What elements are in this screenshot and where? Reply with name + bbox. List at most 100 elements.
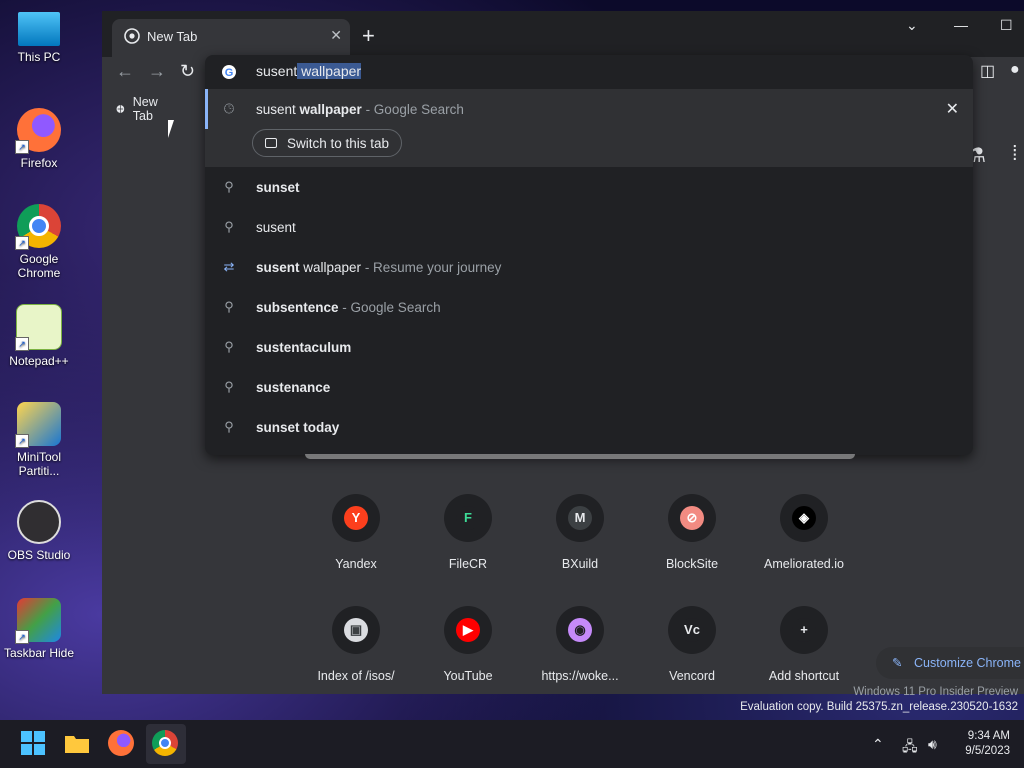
desktop-icon-taskbar-hide[interactable]: ↗ Taskbar Hide (0, 598, 78, 660)
shortcut-name: BXuild (561, 557, 599, 571)
omnibox-autocomplete-text: wallpaper (297, 63, 362, 79)
shortcut-tile[interactable]: ◉ https://woke... (525, 606, 635, 683)
new-tab-button[interactable]: + (362, 23, 375, 49)
remove-suggestion-icon[interactable]: ✕ (946, 99, 959, 119)
shortcut-name: Index of /isos/ (317, 669, 395, 683)
apps-grid-icon[interactable]: ⁞ (1012, 143, 1018, 166)
minimize-icon[interactable]: — (954, 17, 968, 33)
desktop-icon-chrome[interactable]: ↗ Google Chrome (0, 204, 78, 280)
shortcut-tile[interactable]: ▣ Index of /isos/ (301, 606, 411, 683)
tab-search-icon[interactable]: ⌄ (906, 17, 918, 34)
shortcut-favicon-icon: ▶ (456, 618, 480, 642)
shortcut-name: https://woke... (541, 669, 619, 683)
watermark-line1: Windows 11 Pro Insider Preview (853, 686, 1018, 698)
desktop-icon-this-pc[interactable]: This PC (0, 12, 78, 64)
shortcut-tile[interactable]: ▶ YouTube (413, 606, 523, 683)
desktop-icon-label: Notepad++ (9, 354, 69, 368)
shortcut-favicon-icon: ◈ (792, 506, 816, 530)
shortcut-tile[interactable]: ⊘ BlockSite (637, 494, 747, 571)
maximize-icon[interactable]: ☐ (1000, 17, 1013, 34)
taskbar-file-explorer[interactable] (64, 730, 92, 758)
suggestion-text: susent wallpaper - Google Search (256, 102, 464, 117)
search-icon: ⚲ (224, 419, 234, 434)
desktop-icon-label: MiniTool Partiti... (16, 450, 61, 478)
history-clock-icon: 🕒︎ (223, 101, 235, 116)
suggestion-row-selected[interactable]: 🕒︎ susent wallpaper - Google Search ✕ Sw… (205, 89, 973, 167)
shortcut-tile[interactable]: ◈ Ameliorated.io (749, 494, 859, 571)
clock[interactable]: 9:34 AM 9/5/2023 (965, 729, 1010, 759)
shortcut-icon-circle: ⊘ (668, 494, 716, 542)
desktop-icon-notepadpp[interactable]: ↗ Notepad++ (0, 304, 78, 368)
omnibox-dropdown: G susent wallpaper 🕒︎ susent wallpaper -… (205, 55, 973, 455)
suggestion-row[interactable]: ⚲ susent (205, 207, 973, 247)
desktop-icon-firefox[interactable]: ↗ Firefox (0, 108, 78, 170)
suggestion-history[interactable]: 🕒︎ susent wallpaper - Google Search (205, 89, 973, 129)
suggestion-bold: sunset (256, 179, 300, 195)
start-button[interactable] (20, 730, 48, 758)
clock-time: 9:34 AM (967, 730, 1010, 742)
suggestion-row[interactable]: ⇄ susent wallpaper - Resume your journey (205, 247, 973, 287)
suggestion-bold: subsentence (256, 299, 339, 315)
shortcut-icon-circle: F (444, 494, 492, 542)
shortcut-arrow-icon: ↗ (15, 434, 29, 448)
bookmark-new-tab[interactable]: New Tab (116, 95, 163, 123)
suggestion-sub: - Google Search (338, 299, 441, 315)
volume-icon[interactable]: 🔊︎ (928, 736, 937, 753)
mouse-cursor (168, 120, 180, 138)
shortcut-name: Vencord (669, 669, 715, 683)
network-icon[interactable]: 🖧︎ (902, 736, 918, 760)
profile-icon[interactable]: ● (1010, 61, 1020, 79)
search-icon: ⚲ (224, 179, 234, 194)
shortcut-tile[interactable]: + Add shortcut (749, 606, 859, 683)
suggestion-normal: wallpaper (299, 259, 362, 275)
shortcut-name: Ameliorated.io (764, 557, 844, 571)
customize-chrome-button[interactable]: ✎ Customize Chrome (876, 647, 1024, 679)
tab-new-tab[interactable]: New Tab ✕ (112, 19, 350, 57)
suggestion-prefix: susent (256, 101, 300, 117)
taskbar-firefox[interactable] (108, 730, 136, 758)
forward-icon[interactable]: → (148, 61, 166, 82)
tab-close-icon[interactable]: ✕ (330, 27, 342, 44)
shortcut-favicon-icon: Vc (680, 618, 704, 642)
side-panel-icon[interactable]: ◫ (980, 61, 995, 81)
suggestion-row[interactable]: ⚲ subsentence - Google Search (205, 287, 973, 327)
shortcut-favicon-icon: Y (344, 506, 368, 530)
suggestion-row[interactable]: ⚲ sustenance (205, 367, 973, 407)
clock-date: 9/5/2023 (965, 745, 1010, 757)
shortcut-tile[interactable]: F FileCR (413, 494, 523, 571)
suggestion-text: sustenance (256, 380, 330, 395)
switch-to-tab-button[interactable]: Switch to this tab (252, 129, 403, 157)
shortcut-tile[interactable]: Y Yandex (301, 494, 411, 571)
chrome-icon (152, 730, 178, 756)
shortcut-arrow-icon: ↗ (15, 337, 29, 351)
shortcut-tile[interactable]: Vc Vencord (637, 606, 747, 683)
taskbar-chrome[interactable] (152, 730, 180, 758)
desktop-icon-label: OBS Studio (7, 548, 71, 562)
taskbar: ⌃ 🖧︎ 🔊︎ 9:34 AM 9/5/2023 (0, 720, 1024, 768)
back-icon[interactable]: ← (116, 61, 134, 82)
shortcut-favicon-icon: + (792, 618, 816, 642)
shortcut-tile[interactable]: M BXuild (525, 494, 635, 571)
suggestion-text: sustentaculum (256, 340, 351, 355)
desktop-icon-label: Google Chrome (17, 252, 61, 280)
suggestion-bold: sunset today (256, 419, 340, 435)
tray-overflow-icon[interactable]: ⌃ (872, 736, 884, 753)
desktop-icon-obs[interactable]: OBS Studio (0, 500, 78, 562)
desktop-icon-minitool[interactable]: ↗ MiniTool Partiti... (0, 402, 78, 478)
suggestion-row[interactable]: ⚲ sustentaculum (205, 327, 973, 367)
switch-to-tab-label: Switch to this tab (287, 136, 390, 151)
firefox-icon (108, 730, 134, 756)
search-icon: ⚲ (224, 339, 234, 354)
pencil-icon: ✎ (892, 656, 903, 670)
shortcut-arrow-icon: ↗ (15, 236, 29, 250)
google-g-icon: G (222, 65, 236, 79)
shortcut-name: FileCR (448, 557, 488, 571)
search-icon: ⚲ (224, 379, 234, 394)
omnibox-typed-text: susent (256, 63, 298, 79)
reload-icon[interactable]: ↻ (180, 61, 195, 82)
desktop-icon-label: Taskbar Hide (3, 646, 75, 660)
suggestion-row[interactable]: ⚲ sunset today (205, 407, 973, 447)
omnibox-input[interactable]: G susent wallpaper (205, 55, 973, 89)
suggestion-row[interactable]: ⚲ sunset (205, 167, 973, 207)
shortcut-name: YouTube (443, 669, 493, 683)
